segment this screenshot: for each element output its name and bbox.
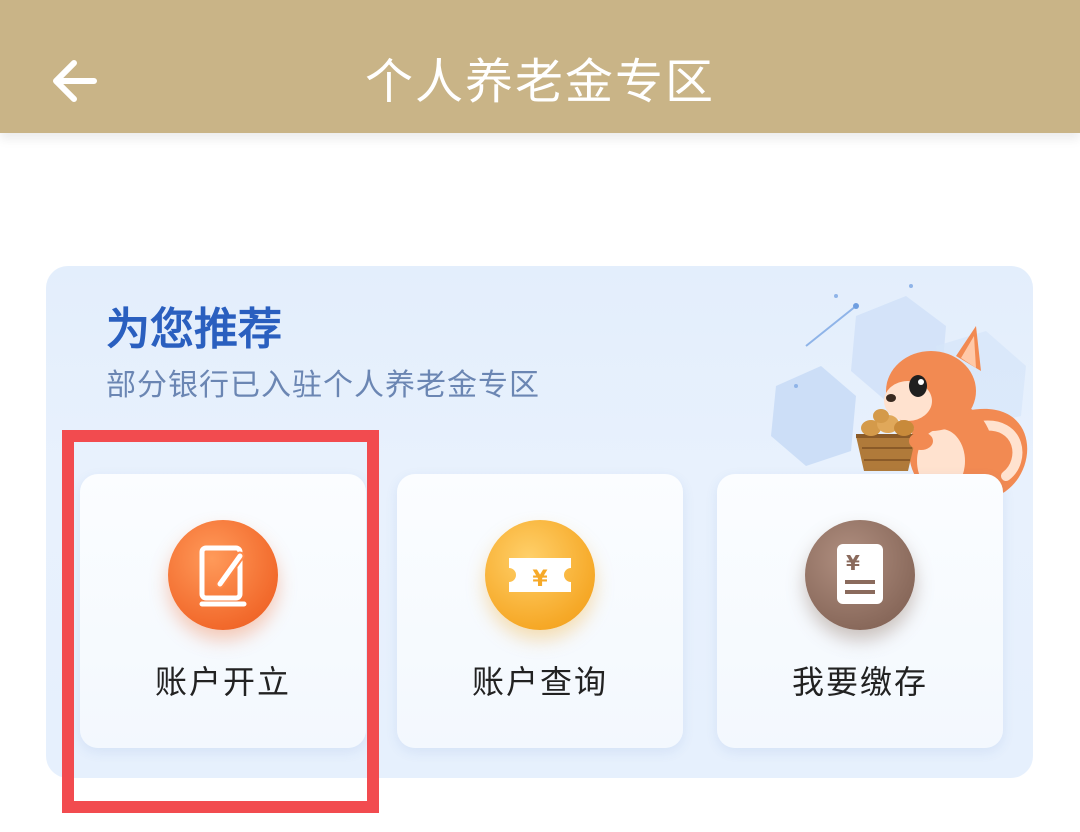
recommend-card: 为您推荐 部分银行已入驻个人养老金专区 账户开立 ¥ 账户查询 ¥ 我要缴存 xyxy=(46,266,1033,778)
open-account-icon-circle xyxy=(168,520,278,630)
ticket-yuan-icon: ¥ xyxy=(509,558,571,592)
svg-text:¥: ¥ xyxy=(532,567,548,592)
svg-text:¥: ¥ xyxy=(846,551,860,575)
open-account-label: 账户开立 xyxy=(154,663,291,701)
deposit-icon-circle: ¥ xyxy=(805,520,915,630)
top-app-bar: 个人养老金专区 xyxy=(0,0,1080,133)
account-inquiry-label: 账户查询 xyxy=(471,663,608,701)
yuan-document-icon: ¥ xyxy=(837,544,883,604)
deposit-label: 我要缴存 xyxy=(791,663,928,701)
pen-paper-icon xyxy=(199,545,247,607)
recommend-subtitle: 部分银行已入驻个人养老金专区 xyxy=(106,368,540,403)
account-inquiry-tile[interactable]: ¥ 账户查询 xyxy=(397,474,683,748)
account-inquiry-icon-circle: ¥ xyxy=(485,520,595,630)
deposit-tile[interactable]: ¥ 我要缴存 xyxy=(717,474,1003,748)
open-account-tile[interactable]: 账户开立 xyxy=(80,474,366,748)
recommend-title: 为您推荐 xyxy=(106,304,282,355)
page-title: 个人养老金专区 xyxy=(364,54,715,110)
